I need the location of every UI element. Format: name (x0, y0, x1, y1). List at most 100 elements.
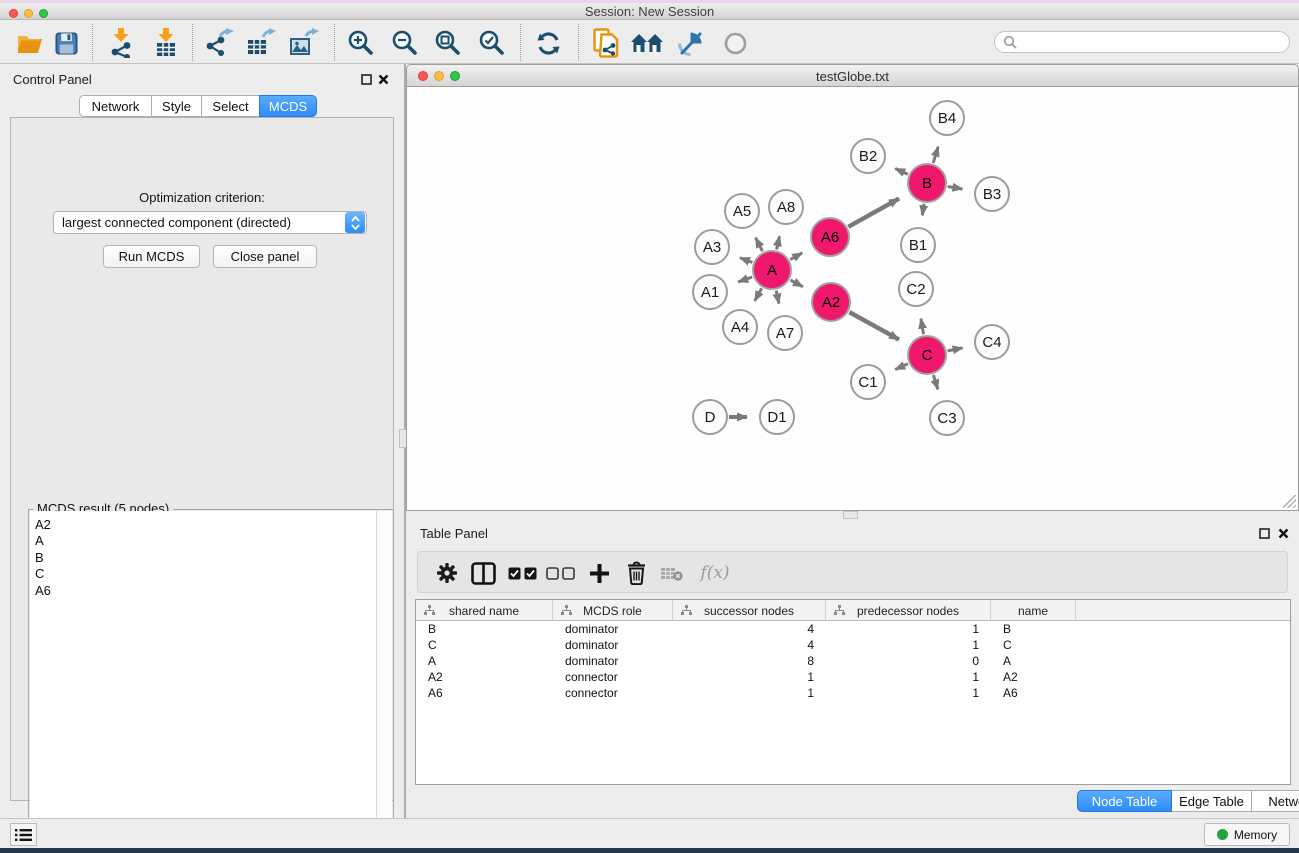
graph-node-B2[interactable]: B2 (850, 138, 886, 174)
table-settings-icon[interactable] (431, 557, 463, 589)
tab-select[interactable]: Select (201, 95, 260, 117)
graph-node-B4[interactable]: B4 (929, 100, 965, 136)
zoom-fit-icon[interactable] (431, 27, 465, 59)
graph-node-A3[interactable]: A3 (694, 229, 730, 265)
cell-MCDS-role[interactable]: dominator (553, 637, 673, 653)
deselect-all-columns-icon[interactable] (544, 557, 576, 589)
horizontal-splitter-grip[interactable] (843, 511, 858, 519)
graph-node-D1[interactable]: D1 (759, 399, 795, 435)
cell-successor-nodes[interactable]: 8 (673, 653, 826, 669)
graph-node-B3[interactable]: B3 (974, 176, 1010, 212)
graph-node-C3[interactable]: C3 (929, 400, 965, 436)
cell-name[interactable]: A2 (991, 669, 1076, 685)
cell-MCDS-role[interactable]: dominator (553, 621, 673, 637)
graph-node-A4[interactable]: A4 (722, 309, 758, 345)
edge-A-A4[interactable] (755, 288, 762, 301)
column-header-name[interactable]: name (991, 600, 1076, 621)
delete-columns-icon[interactable] (620, 557, 652, 589)
tab-network-table[interactable]: Network Table (1251, 790, 1299, 812)
close-panel-button[interactable]: Close panel (213, 245, 317, 268)
criterion-select[interactable]: largest connected component (directed) (53, 211, 367, 234)
edge-B-B2[interactable] (895, 168, 908, 174)
cell-predecessor-nodes[interactable]: 1 (826, 685, 991, 701)
cell-successor-nodes[interactable]: 1 (673, 685, 826, 701)
cell-predecessor-nodes[interactable]: 1 (826, 621, 991, 637)
cell-MCDS-role[interactable]: dominator (553, 653, 673, 669)
cell-successor-nodes[interactable]: 4 (673, 621, 826, 637)
clone-network-icon[interactable] (589, 27, 623, 59)
graph-node-A2[interactable]: A2 (811, 282, 851, 322)
mcds-result-list[interactable]: A2ABCA6 (30, 511, 376, 850)
tab-mcds[interactable]: MCDS (259, 95, 317, 117)
network-canvas[interactable]: B4B2BB3B1A5A8A6A3AA1A2C2A4A7CC4C1C3DD1 (406, 87, 1299, 511)
edge-C-C4[interactable] (948, 348, 963, 351)
zoom-selected-icon[interactable] (475, 27, 509, 59)
zoom-in-icon[interactable] (344, 27, 378, 59)
float-panel-icon[interactable] (360, 73, 372, 85)
edge-C-C1[interactable] (895, 364, 908, 370)
result-item-a[interactable]: A (35, 533, 376, 549)
edge-B-B1[interactable] (922, 204, 924, 216)
import-network-icon[interactable] (104, 27, 138, 59)
table-row[interactable]: A6connector11A6 (416, 685, 1290, 701)
search-input[interactable] (994, 31, 1290, 53)
table-row[interactable]: Adominator80A (416, 653, 1290, 669)
arrange-windows-icon[interactable] (630, 27, 664, 59)
refresh-layout-icon[interactable] (531, 27, 565, 59)
edge-A-A1[interactable] (738, 277, 752, 282)
birds-eye-view-icon[interactable] (718, 27, 752, 59)
task-history-button[interactable] (10, 823, 37, 846)
network-window-titlebar[interactable]: testGlobe.txt (406, 64, 1299, 87)
toggle-graphics-details-icon[interactable] (673, 27, 707, 59)
column-header-predecessor-nodes[interactable]: predecessor nodes (826, 600, 991, 621)
graph-node-A6[interactable]: A6 (810, 217, 850, 257)
edge-A6-B[interactable] (848, 199, 899, 227)
edge-A-A7[interactable] (776, 291, 779, 304)
column-header-shared-name[interactable]: shared name (416, 600, 553, 621)
export-table-icon[interactable] (244, 27, 278, 59)
table-row[interactable]: A2connector11A2 (416, 669, 1290, 685)
import-table-icon[interactable] (149, 27, 183, 59)
graph-node-A1[interactable]: A1 (692, 274, 728, 310)
result-item-c[interactable]: C (35, 566, 376, 582)
cell-shared-name[interactable]: A6 (416, 685, 553, 701)
edge-A-A8[interactable] (777, 236, 780, 249)
run-mcds-button[interactable]: Run MCDS (103, 245, 200, 268)
edge-C-C2[interactable] (921, 319, 924, 335)
tab-node-table[interactable]: Node Table (1077, 790, 1172, 812)
graph-node-B1[interactable]: B1 (900, 227, 936, 263)
table-row[interactable]: Cdominator41C (416, 637, 1290, 653)
cell-successor-nodes[interactable]: 1 (673, 669, 826, 685)
export-network-icon[interactable] (202, 27, 236, 59)
zoom-out-icon[interactable] (388, 27, 422, 59)
cell-successor-nodes[interactable]: 4 (673, 637, 826, 653)
close-table-panel-icon[interactable] (1277, 527, 1289, 539)
tab-network[interactable]: Network (79, 95, 152, 117)
graph-node-A8[interactable]: A8 (768, 189, 804, 225)
cell-shared-name[interactable]: A (416, 653, 553, 669)
tab-edge-table[interactable]: Edge Table (1171, 790, 1252, 812)
cell-name[interactable]: C (991, 637, 1076, 653)
tab-style[interactable]: Style (151, 95, 202, 117)
column-header-MCDS-role[interactable]: MCDS role (553, 600, 673, 621)
edge-B-B4[interactable] (933, 147, 938, 163)
result-item-a6[interactable]: A6 (35, 583, 376, 599)
result-item-a2[interactable]: A2 (35, 517, 376, 533)
cell-predecessor-nodes[interactable]: 1 (826, 669, 991, 685)
edge-A-A2[interactable] (790, 280, 802, 287)
cell-shared-name[interactable]: C (416, 637, 553, 653)
node-table[interactable]: shared nameMCDS rolesuccessor nodesprede… (415, 599, 1291, 785)
cell-name[interactable]: A6 (991, 685, 1076, 701)
cell-MCDS-role[interactable]: connector (553, 685, 673, 701)
close-panel-icon[interactable] (377, 73, 389, 85)
cell-shared-name[interactable]: B (416, 621, 553, 637)
edge-A-A5[interactable] (756, 238, 763, 252)
export-image-icon[interactable] (287, 27, 321, 59)
cell-shared-name[interactable]: A2 (416, 669, 553, 685)
result-scrollbar[interactable] (376, 511, 392, 850)
cell-MCDS-role[interactable]: connector (553, 669, 673, 685)
search-field[interactable] (1022, 35, 1289, 49)
edge-A-A6[interactable] (790, 253, 802, 260)
cell-name[interactable]: A (991, 653, 1076, 669)
graph-node-C2[interactable]: C2 (898, 271, 934, 307)
